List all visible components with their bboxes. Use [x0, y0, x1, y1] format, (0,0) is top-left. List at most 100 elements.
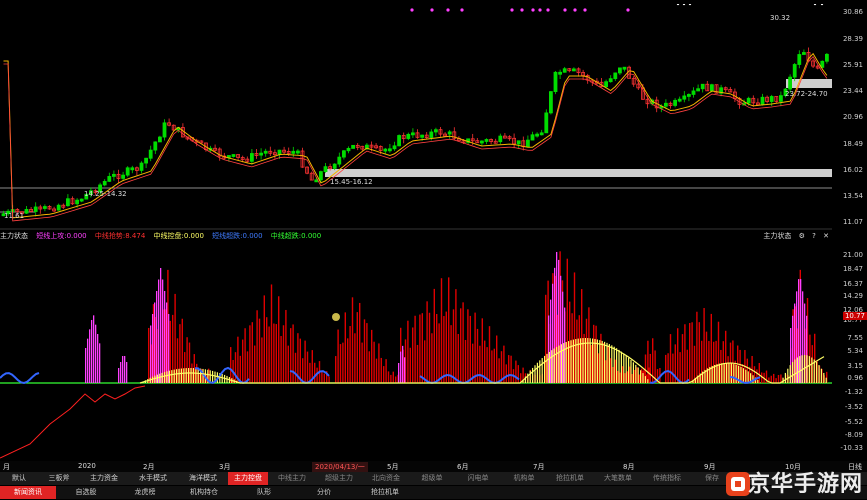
indicator-controls: 主力状态 ⚙ ? ✕: [758, 231, 829, 241]
candle-body: [43, 206, 47, 209]
tab-1[interactable]: 新闻资讯: [0, 486, 56, 499]
tab-12[interactable]: 机构单: [502, 472, 546, 485]
indicator-spike: [156, 291, 158, 383]
indicator-item-3: 中线控盘:0.000: [153, 232, 204, 240]
indicator-bar: [571, 313, 573, 383]
tab-3[interactable]: 主力资金: [80, 472, 128, 485]
tab-6[interactable]: 分价: [294, 486, 354, 499]
indicator-bar: [230, 347, 232, 383]
tab-7[interactable]: 抢拉机单: [354, 486, 416, 499]
candle-body: [112, 173, 116, 177]
indicator-bar: [638, 374, 640, 383]
candle-body: [387, 148, 392, 152]
tab-5[interactable]: 队形: [234, 486, 294, 499]
indicator-bar: [609, 358, 612, 383]
candle-body: [277, 149, 282, 155]
candle-body: [484, 139, 489, 142]
indicator-axis-label: -8.09: [844, 431, 863, 439]
indicator-yellow-bar: [529, 370, 531, 383]
indicator-bar: [268, 326, 270, 383]
indicator-bar: [693, 345, 696, 383]
tab-2[interactable]: 自选股: [56, 486, 116, 499]
indicator-bar: [500, 351, 503, 383]
candle-body: [608, 78, 613, 83]
close-icon[interactable]: ✕: [823, 232, 829, 240]
candle-body: [664, 102, 668, 107]
help-icon[interactable]: ?: [812, 232, 816, 240]
candle-body: [157, 136, 162, 143]
tab-5[interactable]: 海洋模式: [178, 472, 228, 485]
tab-6[interactable]: 主力控盘: [228, 472, 268, 485]
tab-4[interactable]: 水手模式: [128, 472, 178, 485]
indicator-bar: [292, 324, 294, 383]
candle-body: [769, 96, 774, 102]
indicator-bar: [242, 339, 244, 383]
indicator-name[interactable]: 主力状态: [0, 232, 28, 240]
candle-body: [291, 150, 296, 154]
indicator-bar: [545, 294, 547, 383]
candle-body: [760, 96, 765, 105]
tab-15[interactable]: 传统指标: [642, 472, 692, 485]
indicator-yellow-bar: [811, 357, 813, 383]
indicator-yellow-bar: [541, 358, 543, 383]
indicator-spike: [158, 279, 160, 383]
tab-2[interactable]: 三板斧: [38, 472, 80, 485]
indicator-bar: [667, 353, 669, 383]
range-label-2: 15.45-16.12: [330, 178, 373, 186]
indicator-bar: [686, 349, 688, 383]
month-label: 3月: [219, 463, 231, 471]
indicator-bar: [684, 324, 686, 383]
candle-body: [673, 99, 677, 106]
indicator-yellow-bar: [747, 371, 749, 383]
gear-icon[interactable]: ⚙: [799, 232, 805, 240]
moving-average-line: [3, 52, 828, 219]
indicator-yellow-bar: [544, 355, 546, 383]
indicator-yellow-bar: [723, 363, 725, 383]
indicator-axis-label: 21.00: [842, 251, 863, 259]
indicator-yellow-bar: [796, 357, 798, 383]
indicator-yellow-bar: [757, 379, 759, 383]
tab-14[interactable]: 大笔数单: [594, 472, 642, 485]
indicator-bar: [414, 315, 416, 383]
indicator-bar: [368, 351, 370, 383]
indicator-yellow-bar: [534, 365, 536, 383]
indicator-yellow-bar: [164, 372, 166, 383]
indicator-bar: [282, 325, 285, 383]
indicator-yellow-bar: [714, 364, 716, 383]
indicator-bar: [510, 355, 512, 383]
indicator-yellow-bar: [589, 338, 591, 383]
indicator-chart[interactable]: [0, 244, 832, 460]
tab-1[interactable]: 默认: [0, 472, 38, 485]
tab-10[interactable]: 超级单: [410, 472, 454, 485]
indicator-bar: [390, 374, 392, 383]
indicator-spike: [91, 320, 93, 383]
candle-body: [79, 198, 84, 202]
indicator-bar: [299, 338, 301, 383]
indicator-bar: [440, 278, 443, 383]
indicator-right-title[interactable]: 主力状态: [763, 232, 791, 240]
tab-4[interactable]: 机构持仓: [174, 486, 234, 499]
indicator-bar: [467, 309, 469, 383]
signal-dot: [430, 8, 434, 12]
indicator-yellow-bar: [548, 351, 550, 383]
cursor-marker: [332, 313, 340, 321]
indicator-legend: 主力状态 短线上攻:0.000 中线抢势:8.474 中线控盘:0.000 短线…: [0, 231, 832, 243]
tab-7[interactable]: 中线主力: [268, 472, 316, 485]
indicator-spike: [398, 363, 400, 383]
indicator-axis-label: 16.37: [842, 280, 863, 288]
indicator-bar: [775, 378, 777, 383]
indicator-bar: [593, 324, 595, 383]
indicator-bar: [517, 365, 519, 383]
indicator-bar: [366, 323, 368, 383]
tab-11[interactable]: 闪电单: [454, 472, 502, 485]
indicator-yellow-bar: [183, 368, 185, 383]
candle-body: [295, 150, 300, 154]
indicator-bar: [629, 366, 631, 383]
indicator-bar: [280, 336, 282, 383]
tab-3[interactable]: 龙虎榜: [116, 486, 174, 499]
tab-9[interactable]: 北向资金: [362, 472, 410, 485]
tab-8[interactable]: 超级主力: [316, 472, 362, 485]
indicator-spike: [120, 362, 122, 383]
indicator-yellow-bar: [742, 368, 744, 383]
tab-13[interactable]: 抢拉机单: [546, 472, 594, 485]
